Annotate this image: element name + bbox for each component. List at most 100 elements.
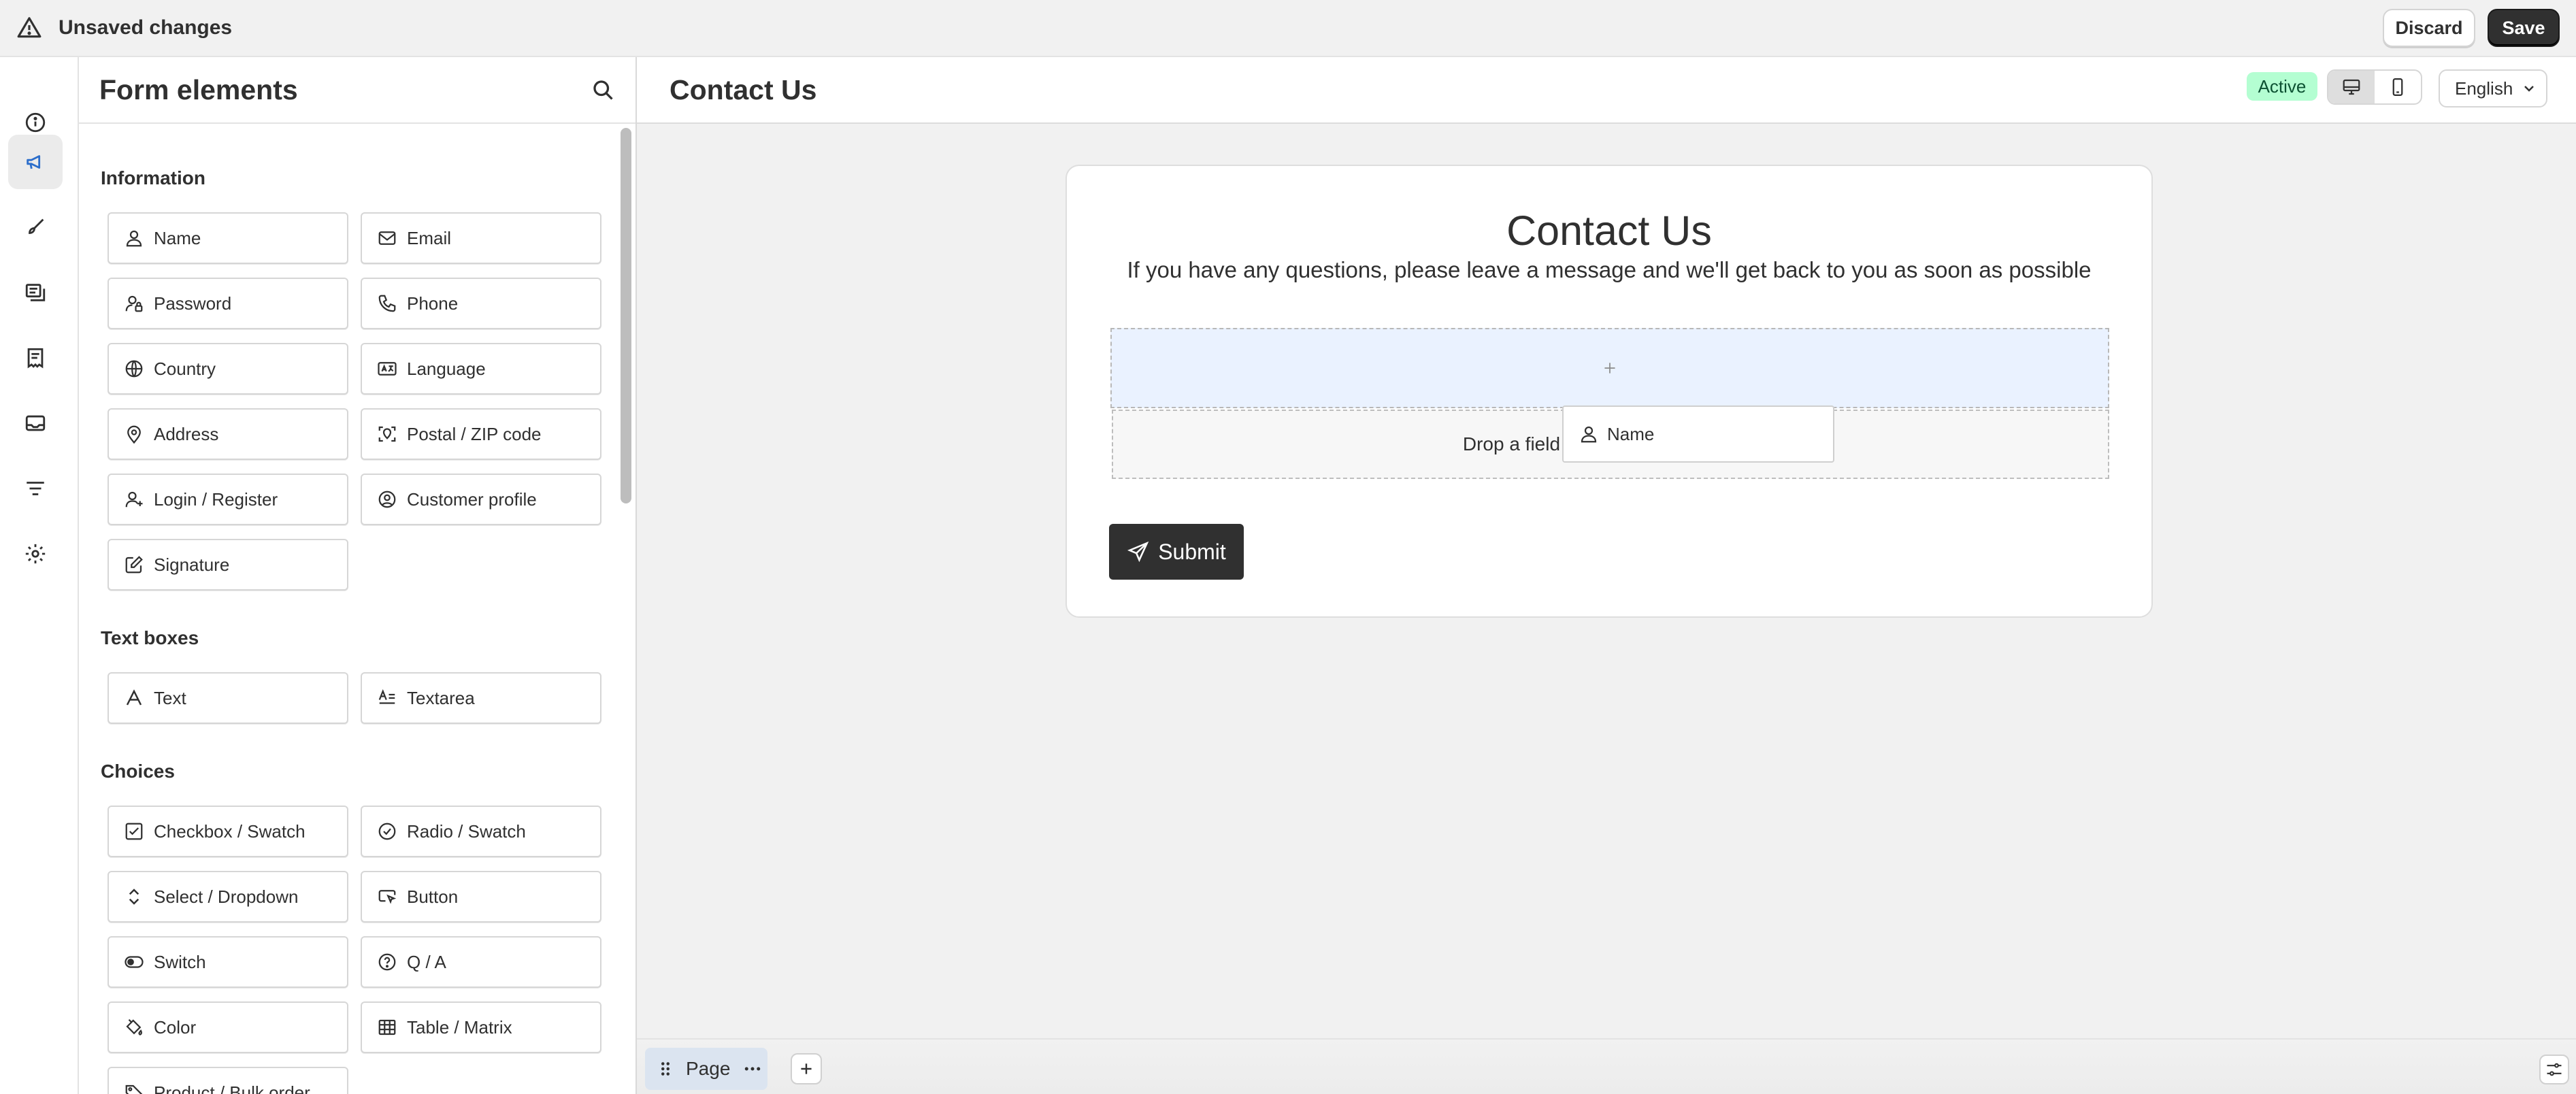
element-phone[interactable]: Phone bbox=[361, 278, 601, 329]
more-horizontal-icon[interactable] bbox=[741, 1059, 764, 1079]
rail-item-email[interactable] bbox=[8, 396, 63, 450]
element-color[interactable]: Color bbox=[108, 1001, 348, 1053]
mobile-view-button[interactable] bbox=[2375, 71, 2421, 103]
rail-item-settings[interactable] bbox=[8, 527, 63, 581]
chevron-down-icon bbox=[2524, 86, 2534, 92]
rail-item-orders[interactable] bbox=[8, 331, 63, 385]
section-title-choices: Choices bbox=[101, 761, 175, 782]
edit-square-icon bbox=[125, 556, 143, 574]
search-icon[interactable] bbox=[591, 78, 615, 102]
element-customer-profile[interactable]: Customer profile bbox=[361, 474, 601, 525]
page-tabs-bar: Page bbox=[637, 1038, 2576, 1094]
form-canvas: Contact Us Active English Contact Us If … bbox=[637, 57, 2576, 1094]
question-circle-icon bbox=[378, 953, 396, 971]
panel-title: Form elements bbox=[99, 73, 298, 105]
drag-handle-icon[interactable] bbox=[657, 1059, 674, 1079]
tag-icon bbox=[125, 1084, 143, 1094]
status-badge: Active bbox=[2247, 72, 2317, 101]
element-radio-swatch[interactable]: Radio / Swatch bbox=[361, 806, 601, 857]
element-select-dropdown[interactable]: Select / Dropdown bbox=[108, 871, 348, 923]
rail-item-submissions[interactable] bbox=[8, 265, 63, 320]
element-name[interactable]: Name bbox=[108, 212, 348, 264]
element-button[interactable]: Button bbox=[361, 871, 601, 923]
person-icon bbox=[1581, 426, 1597, 443]
section-title-information: Information bbox=[101, 167, 205, 188]
filter-icon bbox=[27, 482, 44, 495]
submit-button[interactable]: Submit bbox=[1109, 524, 1244, 580]
panel-scrollbar[interactable] bbox=[621, 128, 631, 503]
element-password[interactable]: Password bbox=[108, 278, 348, 329]
form-preview-card: Contact Us If you have any questions, pl… bbox=[1066, 165, 2153, 618]
form-subtitle[interactable]: If you have any questions, please leave … bbox=[1067, 257, 2151, 283]
element-login-register[interactable]: Login / Register bbox=[108, 474, 348, 525]
mail-icon bbox=[25, 415, 46, 431]
text-lines-icon bbox=[378, 689, 395, 704]
element-signature[interactable]: Signature bbox=[108, 539, 348, 591]
add-page-button[interactable] bbox=[791, 1053, 822, 1084]
element-language[interactable]: Language bbox=[361, 343, 601, 395]
form-elements-panel: Form elements Information Name Email Pas… bbox=[79, 57, 637, 1094]
paint-bucket-icon bbox=[126, 1018, 143, 1035]
element-switch[interactable]: Switch bbox=[108, 936, 348, 988]
page-tab-label: Page bbox=[686, 1058, 731, 1079]
unsaved-changes-bar: Unsaved changes Discard Save bbox=[0, 0, 2576, 57]
form-name: Contact Us bbox=[670, 73, 817, 105]
megaphone-icon bbox=[27, 155, 41, 169]
warning-icon bbox=[17, 17, 42, 38]
drop-target-row[interactable] bbox=[1110, 328, 2109, 408]
canvas-header: Contact Us Active English bbox=[637, 57, 2576, 124]
unsaved-changes-text: Unsaved changes bbox=[59, 16, 233, 39]
location-pin-icon bbox=[127, 425, 141, 444]
rail-item-filters[interactable] bbox=[8, 461, 63, 516]
element-checkbox-swatch[interactable]: Checkbox / Swatch bbox=[108, 806, 348, 857]
send-icon bbox=[1127, 541, 1149, 563]
phone-icon bbox=[378, 295, 396, 312]
mobile-icon bbox=[2392, 78, 2403, 96]
element-textarea[interactable]: Textarea bbox=[361, 672, 601, 724]
discard-button[interactable]: Discard bbox=[2383, 9, 2475, 47]
element-text[interactable]: Text bbox=[108, 672, 348, 724]
save-button[interactable]: Save bbox=[2488, 9, 2560, 47]
checkbox-icon bbox=[125, 823, 143, 840]
gear-icon bbox=[25, 544, 46, 564]
panel-header: Form elements bbox=[79, 57, 635, 124]
element-qa[interactable]: Q / A bbox=[361, 936, 601, 988]
rail-item-design[interactable] bbox=[8, 200, 63, 254]
page-tab[interactable]: Page bbox=[645, 1048, 767, 1090]
person-add-icon bbox=[125, 491, 143, 508]
plus-icon bbox=[1604, 363, 1615, 374]
element-email[interactable]: Email bbox=[361, 212, 601, 264]
text-a-icon bbox=[126, 689, 142, 706]
select-chevrons-icon bbox=[129, 889, 139, 905]
plus-icon bbox=[801, 1063, 812, 1074]
envelope-icon bbox=[378, 231, 396, 245]
form-title[interactable]: Contact Us bbox=[1067, 207, 2151, 254]
language-select[interactable]: English bbox=[2439, 69, 2547, 107]
check-circle-icon bbox=[378, 823, 396, 840]
info-icon bbox=[25, 112, 46, 133]
language-select-value: English bbox=[2455, 78, 2513, 99]
desktop-view-button[interactable] bbox=[2328, 71, 2375, 103]
language-icon bbox=[378, 362, 397, 376]
sliders-icon bbox=[2547, 1063, 2562, 1076]
table-icon bbox=[378, 1019, 396, 1035]
element-address[interactable]: Address bbox=[108, 408, 348, 460]
button-click-icon bbox=[378, 890, 397, 904]
scan-pin-icon bbox=[378, 426, 396, 442]
globe-icon bbox=[125, 360, 143, 378]
rail-item-form[interactable] bbox=[8, 135, 63, 189]
element-table-matrix[interactable]: Table / Matrix bbox=[361, 1001, 601, 1053]
person-lock-icon bbox=[125, 295, 143, 312]
form-layers-icon bbox=[25, 284, 46, 301]
dragged-element-name[interactable]: Name bbox=[1562, 405, 1834, 463]
section-title-text-boxes: Text boxes bbox=[101, 627, 199, 648]
element-postal-code[interactable]: Postal / ZIP code bbox=[361, 408, 601, 460]
element-country[interactable]: Country bbox=[108, 343, 348, 395]
desktop-icon bbox=[2343, 79, 2360, 95]
element-product-bulk-order[interactable]: Product / Bulk order bbox=[108, 1067, 348, 1094]
person-icon bbox=[126, 230, 142, 247]
left-nav-rail bbox=[0, 57, 79, 1094]
brush-icon bbox=[29, 218, 44, 234]
profile-circle-icon bbox=[378, 491, 396, 508]
canvas-settings-button[interactable] bbox=[2539, 1055, 2569, 1084]
